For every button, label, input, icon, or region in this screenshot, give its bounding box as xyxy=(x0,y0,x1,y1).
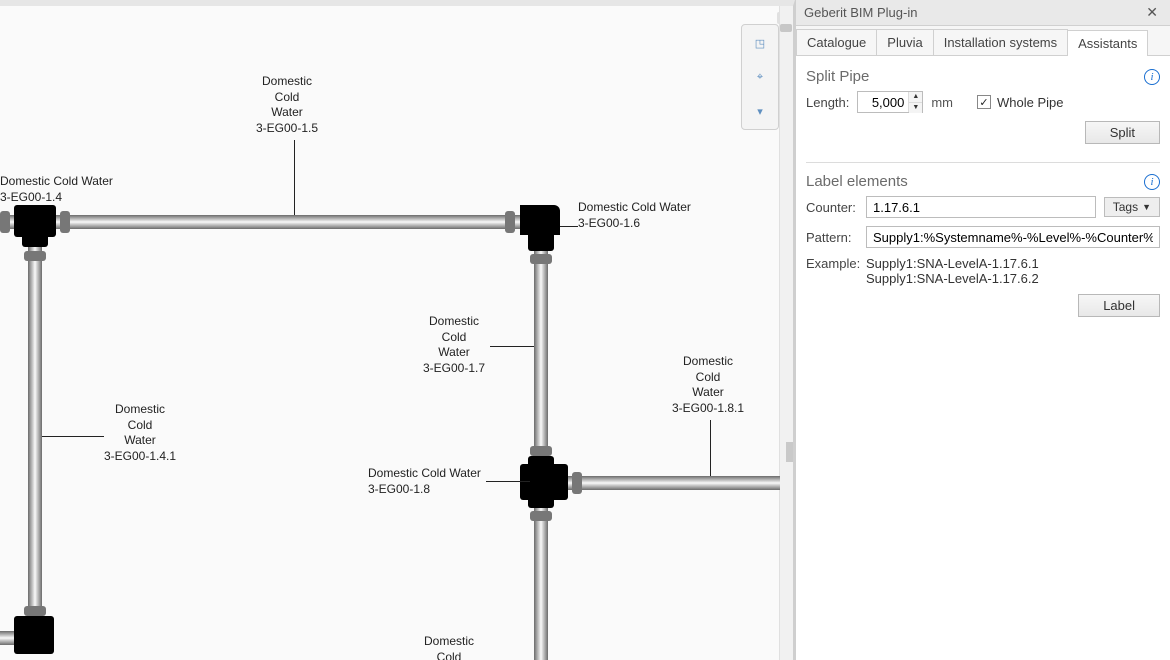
pipe-fitting-tee[interactable] xyxy=(22,205,48,247)
steering-wheel-icon[interactable]: ⌖ xyxy=(748,65,772,89)
counter-input[interactable] xyxy=(866,196,1096,218)
tabs: Catalogue Pluvia Installation systems As… xyxy=(796,26,1170,56)
pipe-collar xyxy=(60,211,70,233)
canvas-scrollbar[interactable] xyxy=(779,6,793,660)
length-stepper[interactable]: ▲ ▼ xyxy=(857,91,923,113)
panel-body: Split Pipe i Length: ▲ ▼ mm ✓ Whole Pipe xyxy=(796,56,1170,660)
chevron-down-icon: ▼ xyxy=(1142,202,1151,212)
info-icon[interactable]: i xyxy=(1144,174,1160,190)
whole-pipe-checkbox[interactable]: ✓ xyxy=(977,95,991,109)
pipe-label: Domestic Cold Water 3-EG00-1.7 xyxy=(423,314,485,376)
pipe-collar xyxy=(24,606,46,616)
view-tools: ◳ ⌖ ▾ xyxy=(741,24,779,130)
pipe-segment[interactable] xyxy=(548,476,780,490)
tab-installation-systems[interactable]: Installation systems xyxy=(933,29,1068,55)
info-icon[interactable]: i xyxy=(1144,69,1160,85)
tags-label: Tags xyxy=(1113,200,1138,214)
pipe-collar xyxy=(24,251,46,261)
leader-line xyxy=(490,346,534,347)
pipe-segment[interactable] xyxy=(0,215,560,229)
tab-pluvia[interactable]: Pluvia xyxy=(876,29,933,55)
pattern-label: Pattern: xyxy=(806,230,858,245)
panel-title: Geberit BIM Plug-in xyxy=(804,5,1142,20)
pipe-label: Domestic Cold Water 3-EG00-1.8 xyxy=(368,466,481,497)
drawing-canvas[interactable]: ▾ ◳ ⌖ ▾ xyxy=(0,0,795,660)
pipe-collar xyxy=(572,472,582,494)
example-label: Example: xyxy=(806,256,858,271)
pipe-label: Domestic Cold Water 3-EG00-1.4 xyxy=(0,174,113,205)
pipe-label: Domestic Cold xyxy=(424,634,474,660)
pipe-segment[interactable] xyxy=(534,225,548,660)
example-text-2: Supply1:SNA-LevelA-1.17.6.2 xyxy=(866,271,1160,286)
length-label: Length: xyxy=(806,95,849,110)
leader-line xyxy=(294,140,295,215)
pipe-segment[interactable] xyxy=(28,215,42,645)
step-down-icon[interactable]: ▼ xyxy=(909,102,922,113)
label-button[interactable]: Label xyxy=(1078,294,1160,317)
tags-dropdown[interactable]: Tags ▼ xyxy=(1104,197,1160,217)
section-split-pipe: Split Pipe i xyxy=(806,68,1160,85)
pipe-label: Domestic Cold Water 3-EG00-1.6 xyxy=(578,200,691,231)
tab-catalogue[interactable]: Catalogue xyxy=(796,29,877,55)
tab-assistants[interactable]: Assistants xyxy=(1067,30,1148,56)
whole-pipe-label: Whole Pipe xyxy=(997,95,1063,110)
panel-header: Geberit BIM Plug-in ✕ xyxy=(796,0,1170,26)
close-icon[interactable]: ✕ xyxy=(1142,4,1162,21)
split-button[interactable]: Split xyxy=(1085,121,1160,144)
section-label-elements: Label elements i xyxy=(806,173,1160,190)
leader-line xyxy=(42,436,104,437)
pipe-label: Domestic Cold Water 3-EG00-1.8.1 xyxy=(672,354,744,416)
view-toggle-icon[interactable]: ▾ xyxy=(748,99,772,123)
leader-line xyxy=(486,481,530,482)
pipe-fitting-elbow[interactable] xyxy=(14,616,54,654)
step-up-icon[interactable]: ▲ xyxy=(909,92,922,102)
pipe-collar xyxy=(530,254,552,264)
split-pipe-heading: Split Pipe xyxy=(806,68,869,85)
scroll-arrow-up[interactable] xyxy=(780,24,792,32)
counter-label: Counter: xyxy=(806,200,858,215)
pipe-collar xyxy=(530,511,552,521)
splitter-handle[interactable] xyxy=(786,442,794,462)
pipe-label: Domestic Cold Water 3-EG00-1.5 xyxy=(256,74,318,136)
leader-line xyxy=(560,226,578,227)
plugin-panel: Geberit BIM Plug-in ✕ Catalogue Pluvia I… xyxy=(795,0,1170,660)
pipe-collar xyxy=(0,211,10,233)
pipe-fitting-tee[interactable] xyxy=(528,456,554,508)
pipe-fitting-elbow[interactable] xyxy=(528,211,554,251)
pipe-label: Domestic Cold Water 3-EG00-1.4.1 xyxy=(104,402,176,464)
length-input[interactable] xyxy=(858,92,908,112)
unit-label: mm xyxy=(931,95,953,110)
label-elements-heading: Label elements xyxy=(806,173,908,190)
divider xyxy=(806,162,1160,163)
pipe-collar xyxy=(530,446,552,456)
leader-line xyxy=(710,420,711,476)
pattern-input[interactable] xyxy=(866,226,1160,248)
pipe-collar xyxy=(505,211,515,233)
view-cube-icon[interactable]: ◳ xyxy=(748,31,772,55)
example-text-1: Supply1:SNA-LevelA-1.17.6.1 xyxy=(866,256,1160,271)
